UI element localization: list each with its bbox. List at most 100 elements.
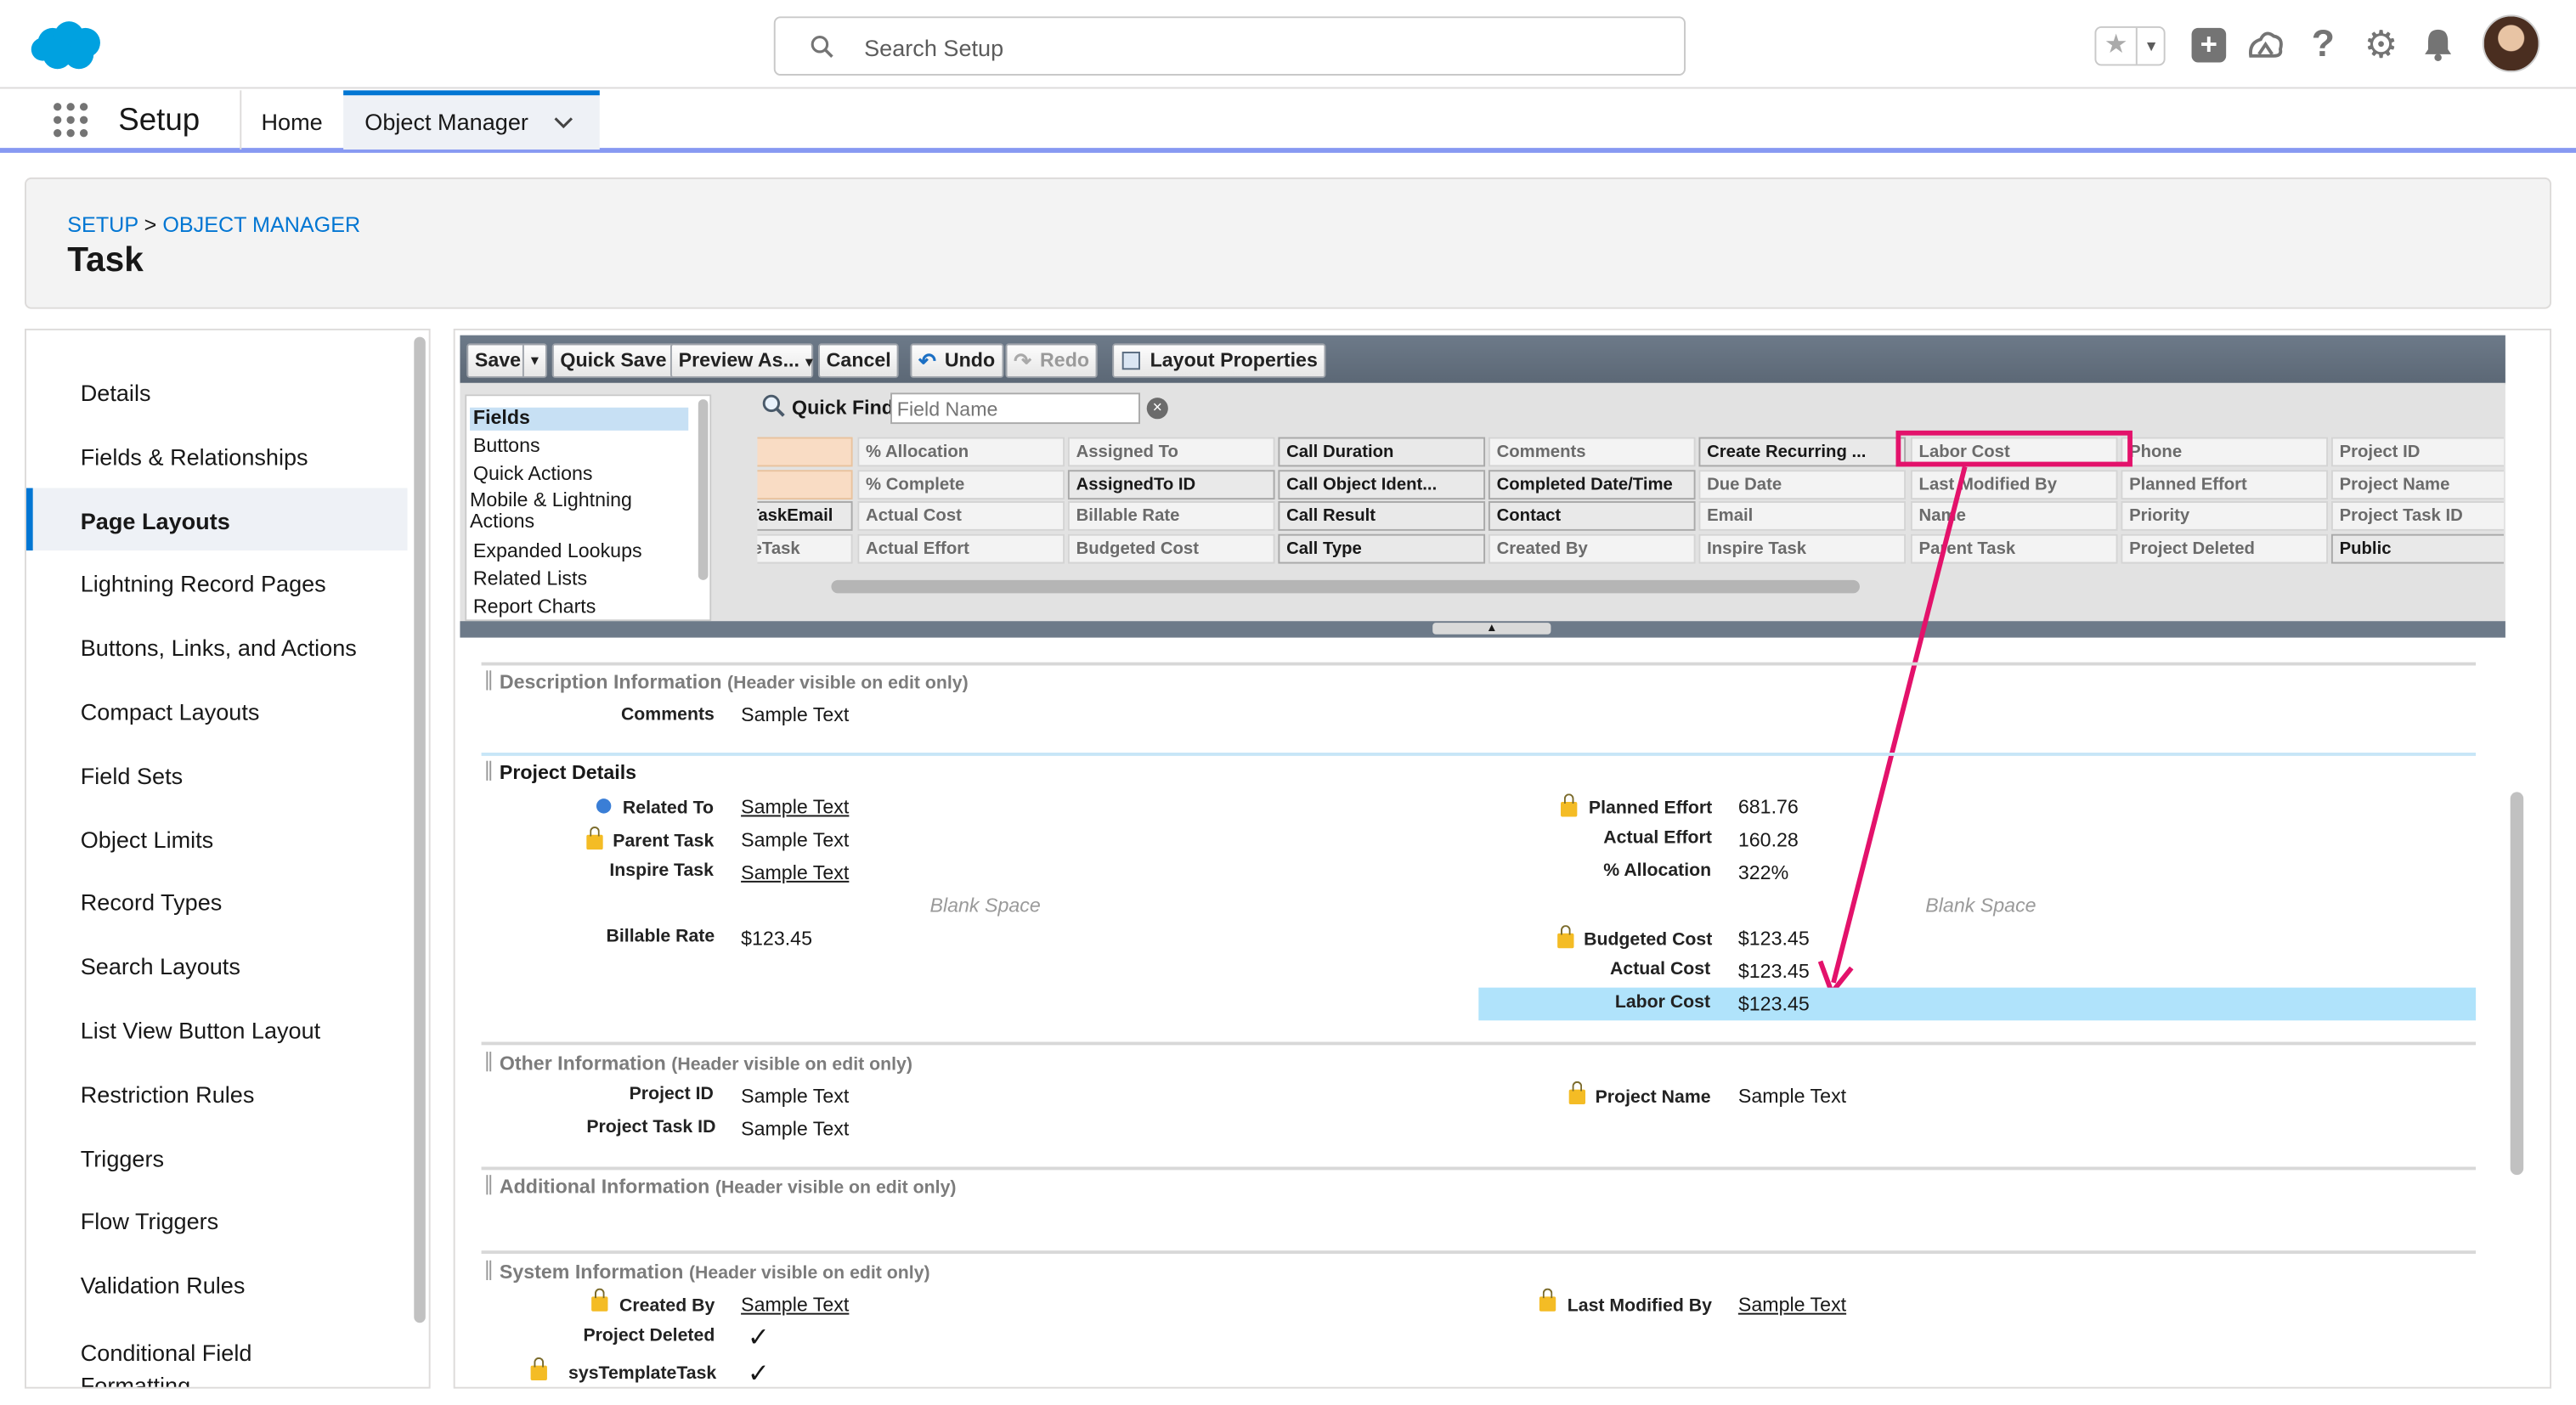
section-other-information[interactable]: Other Information (Header visible on edi… xyxy=(500,1052,912,1075)
sidebar-item-compact-layouts[interactable]: Compact Layouts xyxy=(81,698,260,725)
preview-as-button[interactable]: Preview As... ▼ xyxy=(669,343,816,378)
palette-field[interactable]: AssignedTo ID xyxy=(1067,470,1275,500)
user-avatar[interactable] xyxy=(2482,14,2540,73)
trailhead-icon[interactable] xyxy=(2246,26,2285,63)
breadcrumb-setup-link[interactable]: SETUP xyxy=(67,212,138,237)
sidebar-item-details[interactable]: Details xyxy=(81,380,151,406)
setup-search-box[interactable]: Search Setup xyxy=(773,16,1686,76)
help-question-icon[interactable]: ? xyxy=(2312,21,2335,65)
app-launcher-icon[interactable] xyxy=(53,102,89,138)
field-label[interactable]: Budgeted Cost xyxy=(1584,930,1712,950)
palette-field[interactable]: Project Deleted xyxy=(2121,533,2329,564)
palette-horizontal-scrollbar[interactable] xyxy=(831,579,1860,594)
canvas-scrollbar[interactable] xyxy=(2510,792,2524,1176)
tab-home[interactable]: Home xyxy=(261,109,322,135)
sidebar-item-validation-rules[interactable]: Validation Rules xyxy=(81,1272,246,1298)
category-related-lists[interactable]: Related Lists xyxy=(473,567,587,590)
blank-space[interactable]: Blank Space xyxy=(1925,894,2036,917)
palette-field[interactable]: Call Type xyxy=(1278,533,1486,564)
sidebar-item-record-types[interactable]: Record Types xyxy=(81,889,223,916)
field-label[interactable]: Actual Effort xyxy=(1603,828,1712,848)
field-label[interactable]: sysTemplateTask xyxy=(568,1364,716,1384)
save-button[interactable]: Save ▼ xyxy=(466,343,547,378)
section-drag-handle-icon[interactable] xyxy=(486,1260,492,1280)
field-label[interactable]: Last Modified By xyxy=(1568,1296,1712,1316)
category-scrollbar[interactable] xyxy=(698,399,709,580)
cancel-button[interactable]: Cancel xyxy=(817,343,900,378)
palette-field[interactable]: Project Name xyxy=(2330,470,2504,500)
section-drag-handle-icon[interactable] xyxy=(486,760,492,781)
field-label[interactable]: Project Name xyxy=(1596,1088,1711,1108)
quick-find-input[interactable] xyxy=(890,392,1140,425)
section-drag-handle-icon[interactable] xyxy=(486,670,492,691)
salesforce-cloud-logo[interactable] xyxy=(30,20,105,72)
palette-field[interactable]: Actual Cost xyxy=(857,501,1065,531)
field-label[interactable]: Related To xyxy=(623,798,714,818)
global-actions-plus-icon[interactable]: + xyxy=(2191,27,2227,63)
field-label[interactable]: % Allocation xyxy=(1603,861,1711,881)
section-drag-handle-icon[interactable] xyxy=(486,1175,492,1195)
favorites-star-icon[interactable]: ★ xyxy=(2096,28,2135,65)
field-label[interactable]: Inspire Task xyxy=(609,861,714,881)
category-expanded-lookups[interactable]: Expanded Lookups xyxy=(473,539,642,562)
favorites-group[interactable]: ★ ▼ xyxy=(2094,25,2166,66)
sidebar-item-conditional-field-formatting[interactable]: Conditional Field Formatting xyxy=(81,1336,294,1387)
palette-field[interactable]: eTask xyxy=(757,533,853,564)
palette-field[interactable]: Call Duration xyxy=(1278,437,1486,467)
palette-field[interactable]: TaskEmail xyxy=(757,501,853,531)
category-mobile-lightning-actions[interactable]: Mobile & Lightning Actions xyxy=(470,489,667,532)
sidebar-item-triggers[interactable]: Triggers xyxy=(81,1145,164,1171)
sidebar-item-page-layouts[interactable]: Page Layouts xyxy=(81,508,230,534)
quick-save-button[interactable]: Quick Save xyxy=(551,343,675,378)
field-label[interactable]: Comments xyxy=(621,705,715,725)
sidebar-item-flow-triggers[interactable]: Flow Triggers xyxy=(81,1208,218,1234)
field-label[interactable]: Billable Rate xyxy=(607,927,715,946)
section-system-information[interactable]: System Information (Header visible on ed… xyxy=(500,1261,930,1284)
palette-field[interactable]: Comments xyxy=(1488,437,1696,467)
palette-field[interactable]: Actual Effort xyxy=(857,533,1065,564)
palette-field[interactable]: Completed Date/Time xyxy=(1488,470,1696,500)
category-fields[interactable]: Fields xyxy=(473,406,530,429)
palette-field[interactable]: Contact xyxy=(1488,501,1696,531)
palette-field[interactable]: Billable Rate xyxy=(1067,501,1275,531)
palette-field[interactable]: Project ID xyxy=(2330,437,2504,467)
field-label[interactable]: Parent Task xyxy=(613,832,714,851)
palette-field[interactable]: Assigned To xyxy=(1067,437,1275,467)
palette-field[interactable]: Priority xyxy=(2121,501,2329,531)
sidebar-item-fields-relationships[interactable]: Fields & Relationships xyxy=(81,443,308,470)
sidebar-item-field-sets[interactable]: Field Sets xyxy=(81,763,183,789)
palette-collapse-handle[interactable]: ▲ xyxy=(1432,623,1551,635)
redo-button[interactable]: ↷ Redo xyxy=(1005,343,1098,378)
palette-field[interactable]: Project Task ID xyxy=(2330,501,2504,531)
breadcrumb-object-manager-link[interactable]: OBJECT MANAGER xyxy=(162,212,360,237)
chevron-down-icon[interactable] xyxy=(554,116,573,129)
palette-field[interactable]: Planned Effort xyxy=(2121,470,2329,500)
palette-field[interactable]: Budgeted Cost xyxy=(1067,533,1275,564)
palette-field[interactable]: Call Object Ident... xyxy=(1278,470,1486,500)
section-additional-information[interactable]: Additional Information (Header visible o… xyxy=(500,1175,957,1198)
category-report-charts[interactable]: Report Charts xyxy=(473,595,596,618)
field-label[interactable]: Project Deleted xyxy=(583,1326,715,1346)
sidebar-item-restriction-rules[interactable]: Restriction Rules xyxy=(81,1081,255,1108)
search-input[interactable]: Search Setup xyxy=(864,35,1003,61)
section-description-information[interactable]: Description Information (Header visible … xyxy=(500,670,969,693)
palette-field[interactable]: Created By xyxy=(1488,533,1696,564)
notifications-bell-icon[interactable] xyxy=(2421,26,2455,63)
field-label[interactable]: Planned Effort xyxy=(1589,798,1712,818)
category-buttons[interactable]: Buttons xyxy=(473,434,540,457)
palette-field[interactable]: Public xyxy=(2330,533,2504,564)
tab-object-manager[interactable]: Object Manager xyxy=(343,90,600,150)
sidebar-item-search-layouts[interactable]: Search Layouts xyxy=(81,953,240,979)
palette-field[interactable]: % Allocation xyxy=(857,437,1065,467)
category-quick-actions[interactable]: Quick Actions xyxy=(473,462,593,485)
clear-search-icon[interactable]: × xyxy=(1146,398,1168,420)
save-dropdown-icon[interactable]: ▼ xyxy=(522,345,545,377)
setup-gear-icon[interactable]: ⚙ xyxy=(2364,23,2398,67)
sidebar-scrollbar[interactable] xyxy=(414,336,426,1323)
sidebar-item-list-view-button-layout[interactable]: List View Button Layout xyxy=(81,1017,320,1043)
field-label[interactable]: Actual Cost xyxy=(1610,960,1710,979)
field-label-labor-cost[interactable]: Labor Cost xyxy=(1615,992,1710,1012)
section-drag-handle-icon[interactable] xyxy=(486,1052,492,1072)
favorites-dropdown-icon[interactable]: ▼ xyxy=(2135,27,2166,65)
palette-field[interactable] xyxy=(757,437,853,467)
